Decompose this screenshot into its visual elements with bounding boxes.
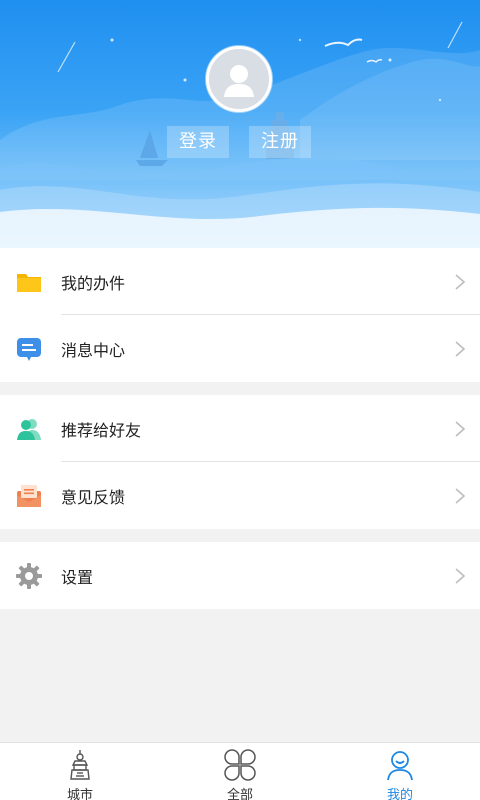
login-button[interactable]: 登录 xyxy=(167,126,229,158)
person-icon xyxy=(387,751,413,781)
folder-icon xyxy=(17,273,41,292)
message-icon xyxy=(17,337,41,361)
user-avatar[interactable] xyxy=(206,46,272,112)
tab-label: 全部 xyxy=(226,788,253,800)
menu-group-3: 设置 xyxy=(0,542,480,609)
tab-label: 我的 xyxy=(386,788,413,800)
profile-header: 登录 注册 xyxy=(0,0,480,248)
tab-all[interactable]: 全部 xyxy=(160,743,320,800)
menu-item-feedback[interactable]: 意见反馈 xyxy=(0,462,480,529)
menu-item-label: 设置 xyxy=(61,567,94,587)
header-background-scene xyxy=(0,21,480,248)
gear-icon xyxy=(16,562,42,589)
menu-item-settings[interactable]: 设置 xyxy=(0,542,480,609)
tab-mine[interactable]: 我的 xyxy=(320,743,480,800)
city-tower-icon xyxy=(70,750,90,780)
feedback-envelope-icon xyxy=(17,484,41,507)
chevron-right-icon xyxy=(455,273,466,290)
menu-item-message-center[interactable]: 消息中心 xyxy=(0,315,480,382)
default-avatar-icon xyxy=(224,65,254,97)
register-button[interactable]: 注册 xyxy=(249,126,311,158)
tab-city[interactable]: 城市 xyxy=(0,743,160,800)
chevron-right-icon xyxy=(455,487,466,504)
grid-petals-icon xyxy=(224,749,256,781)
chevron-right-icon xyxy=(455,340,466,357)
friends-icon xyxy=(17,418,41,440)
menu-item-label: 推荐给好友 xyxy=(61,420,142,440)
chevron-right-icon xyxy=(455,567,466,584)
menu-item-my-cases[interactable]: 我的办件 xyxy=(0,248,480,315)
menu-item-label: 意见反馈 xyxy=(61,487,126,507)
menu-item-recommend-friends[interactable]: 推荐给好友 xyxy=(0,395,480,462)
chevron-right-icon xyxy=(455,420,466,437)
menu-item-label: 消息中心 xyxy=(61,340,126,360)
bottom-tab-bar: 城市 全部 我的 xyxy=(0,742,480,800)
menu-group-2: 推荐给好友 意见反馈 xyxy=(0,395,480,529)
menu-group-1: 我的办件 消息中心 xyxy=(0,248,480,382)
menu-item-label: 我的办件 xyxy=(61,273,126,293)
tab-label: 城市 xyxy=(66,788,93,800)
